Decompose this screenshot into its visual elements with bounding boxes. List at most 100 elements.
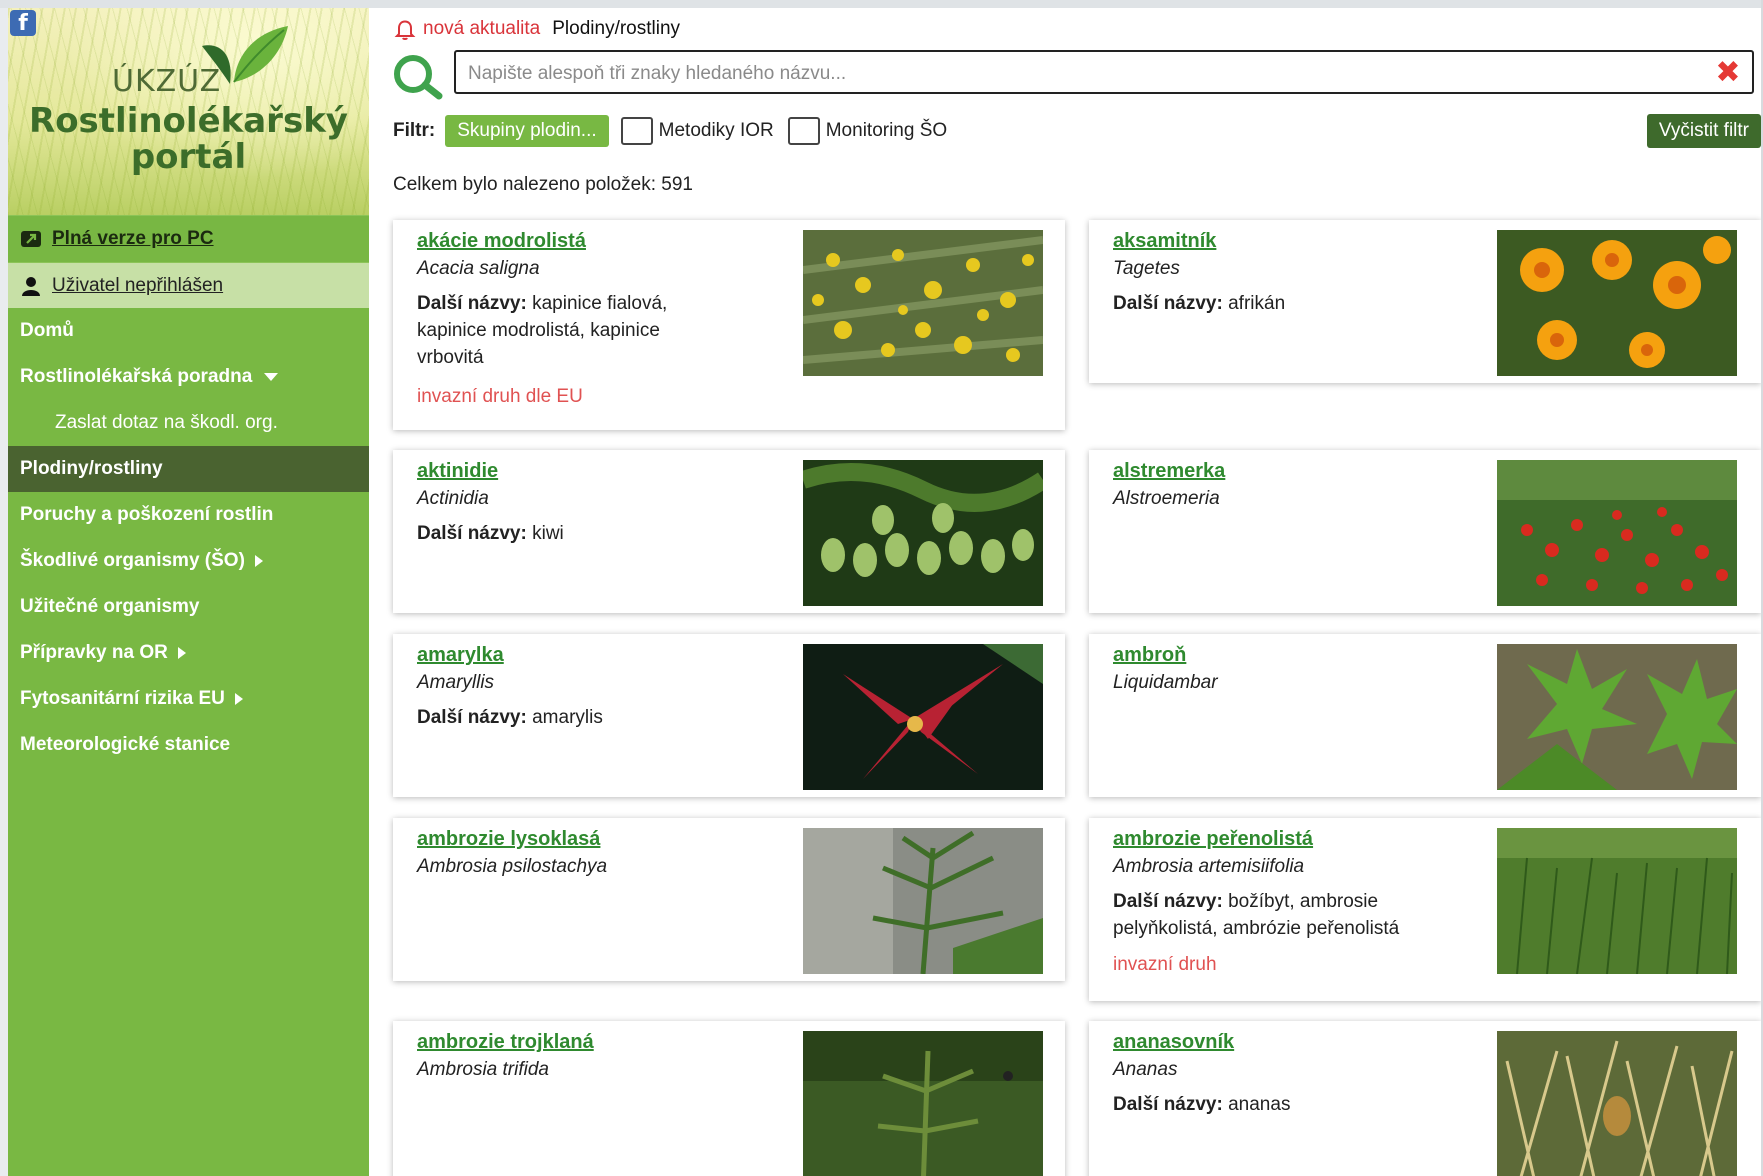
plant-photo[interactable]	[803, 460, 1043, 606]
plant-card[interactable]: amarylka Amaryllis Další názvy: amarylis	[393, 634, 1065, 797]
plant-latin-name: Liquidambar	[1113, 672, 1218, 693]
nav-send-query[interactable]: Zaslat dotaz na škodl. org.	[8, 400, 369, 446]
breadcrumb: Plodiny/rostliny	[552, 18, 681, 39]
plant-card[interactable]: ambrozie trojklaná Ambrosia trifida	[393, 1021, 1065, 1176]
brand-title-line2: portál	[130, 137, 247, 177]
nav-harmful-organisms-label: Škodlivé organismy (ŠO)	[20, 550, 245, 571]
clear-filter-button[interactable]: Vyčistit filtr	[1646, 114, 1761, 148]
caret-down-icon	[264, 373, 279, 381]
plant-latin-name: Alstroemeria	[1113, 488, 1220, 509]
search-icon[interactable]	[391, 52, 445, 100]
user-status-link[interactable]: Uživatel nepřihlášen	[8, 262, 369, 308]
browser-frame-top	[0, 0, 1763, 8]
other-names-label: Další názvy:	[1113, 1094, 1223, 1115]
plant-latin-name: Ambrosia artemisiifolia	[1113, 856, 1305, 877]
full-pc-version-link[interactable]: Plná verze pro PC	[8, 215, 369, 262]
plant-title-link[interactable]: ambroň	[1113, 644, 1186, 667]
plant-title-link[interactable]: aktinidie	[417, 460, 498, 483]
plant-card[interactable]: ambrozie lysoklasá Ambrosia psilostachya	[393, 818, 1065, 981]
nav-products-label: Přípravky na OR	[20, 642, 168, 663]
plant-title-link[interactable]: akácie modrolistá	[417, 230, 586, 253]
plant-card[interactable]: ambrozie peřenolistá Ambrosia artemisiif…	[1089, 818, 1761, 1001]
nav-useful-organisms[interactable]: Užitečné organismy	[8, 584, 369, 630]
actinidia-photo	[803, 460, 1043, 606]
nav-plant-advisory[interactable]: Rostlinolékařská poradna	[8, 354, 369, 400]
nav-useful-organisms-label: Užitečné organismy	[20, 596, 200, 617]
caret-right-icon	[254, 555, 263, 567]
plant-title-link[interactable]: aksamitník	[1113, 230, 1216, 253]
amaryllis-photo	[803, 644, 1043, 790]
plant-card[interactable]: aktinidie Actinidia Další názvy: kiwi	[393, 450, 1065, 613]
other-names-label: Další názvy:	[417, 293, 527, 314]
other-names-value: kiwi	[532, 523, 564, 544]
plant-photo[interactable]	[1497, 644, 1737, 790]
nav-crops-plants-label: Plodiny/rostliny	[20, 458, 163, 479]
sidebar-logo-area: f ÚKZÚZ Rostlinolékařský portál	[8, 8, 369, 215]
plant-photo[interactable]	[1497, 828, 1737, 974]
ior-methods-checkbox[interactable]	[620, 117, 653, 145]
plant-photo[interactable]	[1497, 1031, 1737, 1176]
nav-send-query-label: Zaslat dotaz na škodl. org.	[55, 412, 278, 433]
brand-title-line1: Rostlinolékařský	[29, 101, 348, 141]
sidebar: f ÚKZÚZ Rostlinolékařský portál Plná ver…	[8, 8, 369, 1176]
plant-other-names: Další názvy: kapinice fialová, kapinice …	[417, 290, 717, 371]
plant-photo[interactable]	[803, 1031, 1043, 1176]
full-pc-version-label: Plná verze pro PC	[52, 228, 214, 249]
nav-harmful-organisms[interactable]: Škodlivé organismy (ŠO)	[8, 538, 369, 584]
nav-home-label: Domů	[20, 320, 74, 341]
news-link[interactable]: nová aktualita	[423, 18, 540, 40]
filter-row: Filtr: Skupiny plodin... Metodiky IOR Mo…	[393, 114, 1761, 148]
plant-title-link[interactable]: ananasovník	[1113, 1031, 1234, 1054]
monitoring-label: Monitoring ŠO	[825, 120, 948, 141]
plant-photo[interactable]	[803, 644, 1043, 790]
plant-title-link[interactable]: amarylka	[417, 644, 504, 667]
plant-photo[interactable]	[803, 828, 1043, 974]
plant-title-link[interactable]: ambrozie peřenolistá	[1113, 828, 1313, 851]
plant-photo[interactable]	[803, 230, 1043, 376]
brand-acronym: ÚKZÚZ	[112, 64, 222, 99]
tagetes-photo	[1497, 230, 1737, 376]
plant-card[interactable]: aksamitník Tagetes Další názvy: afrikán	[1089, 220, 1761, 383]
nav-phyto-risks-label: Fytosanitární rizika EU	[20, 688, 225, 709]
caret-right-icon	[234, 693, 243, 705]
nav-phyto-risks[interactable]: Fytosanitární rizika EU	[8, 676, 369, 722]
nav-disorders[interactable]: Poruchy a poškození rostlin	[8, 492, 369, 538]
plant-other-names: Další názvy: amarylis	[417, 704, 717, 731]
search-box: ✖	[454, 50, 1754, 94]
plant-latin-name: Ambrosia trifida	[417, 1059, 549, 1080]
plant-card[interactable]: ambroň Liquidambar	[1089, 634, 1761, 797]
ior-methods-label: Metodiky IOR	[658, 120, 774, 141]
main-content: nová aktualita Plodiny/rostliny ✖ Filtr:…	[369, 8, 1761, 1176]
plant-photo[interactable]	[1497, 460, 1737, 606]
plant-card[interactable]: ananasovník Ananas Další názvy: ananas	[1089, 1021, 1761, 1176]
monitoring-checkbox[interactable]	[787, 117, 820, 145]
plant-photo[interactable]	[1497, 230, 1737, 376]
plant-card[interactable]: alstremerka Alstroemeria	[1089, 450, 1761, 613]
other-names-label: Další názvy:	[417, 707, 527, 728]
clear-search-icon[interactable]: ✖	[1712, 56, 1744, 90]
plant-title-link[interactable]: alstremerka	[1113, 460, 1225, 483]
plant-card[interactable]: akácie modrolistá Acacia saligna Další n…	[393, 220, 1065, 430]
nav-plant-advisory-label: Rostlinolékařská poradna	[20, 366, 253, 387]
plant-title-link[interactable]: ambrozie trojklaná	[417, 1031, 594, 1054]
crop-groups-button[interactable]: Skupiny plodin...	[445, 115, 609, 147]
other-names-value: ananas	[1228, 1094, 1291, 1115]
ambrosia-trifida-photo	[803, 1031, 1043, 1176]
nav-weather-stations[interactable]: Meteorologické stanice	[8, 722, 369, 768]
header-line: nová aktualita Plodiny/rostliny	[393, 14, 680, 44]
nav-crops-plants[interactable]: Plodiny/rostliny	[8, 446, 369, 492]
nav-products[interactable]: Přípravky na OR	[8, 630, 369, 676]
plant-other-names: Další názvy: božíbyt, ambrosie pelyňkoli…	[1113, 888, 1413, 942]
plant-latin-name: Acacia saligna	[417, 258, 540, 279]
other-names-label: Další názvy:	[417, 523, 527, 544]
invasive-note: invazní druh	[1113, 954, 1217, 975]
plant-title-link[interactable]: ambrozie lysoklasá	[417, 828, 600, 851]
facebook-icon[interactable]: f	[10, 10, 36, 36]
user-status-label: Uživatel nepřihlášen	[52, 274, 224, 296]
pineapple-photo	[1497, 1031, 1737, 1176]
nav-home[interactable]: Domů	[8, 308, 369, 354]
other-names-value: afrikán	[1228, 293, 1286, 314]
invasive-note: invazní druh dle EU	[417, 386, 583, 407]
filter-label: Filtr:	[393, 120, 436, 141]
search-input[interactable]	[466, 58, 1700, 90]
